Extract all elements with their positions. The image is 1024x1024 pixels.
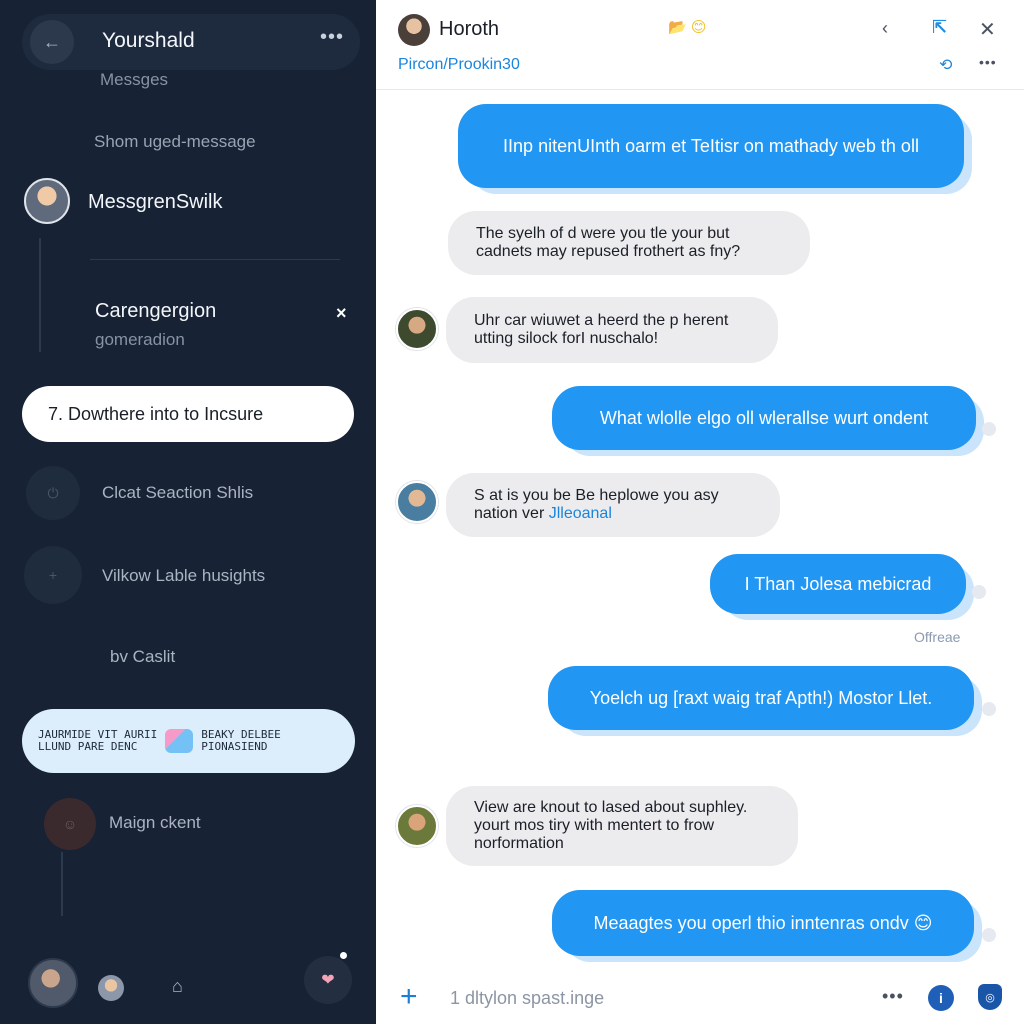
message-text: Meaagtes you operl thio inntenras ondv 😊	[593, 913, 933, 933]
message-bubble-incoming[interactable]: The syelh of d were you tle your but cad…	[448, 211, 810, 275]
shield-icon[interactable]: ◎	[978, 984, 1002, 1010]
contact-name[interactable]: MessgrenSwilk	[88, 191, 222, 214]
chat-title: Horoth	[439, 18, 500, 40]
message-text: I Than Jolesa mebicrad	[744, 574, 932, 594]
avatar[interactable]	[396, 805, 438, 847]
chat-header: Horoth 📂 😊 Pircon/Prookin30 ‹ ⇱ ✕ ⟲ •••	[376, 0, 1024, 90]
promo-line: PIONASIEND	[201, 740, 268, 753]
message-line: yourt mos tiry with mentert to frow	[474, 817, 715, 834]
avatar[interactable]	[398, 14, 430, 46]
promo-line: LLUND PARE DENC	[38, 740, 138, 753]
message-status: Offreae	[914, 629, 961, 645]
sidebar-item-label[interactable]: bv Caslit	[110, 647, 175, 667]
sidebar-title: Yourshald	[102, 29, 195, 52]
sidebar-header: ← Yourshald •••	[22, 14, 360, 70]
message-line: nation ver Jlleoanal	[474, 505, 719, 523]
avatar[interactable]	[28, 958, 78, 1008]
chat-subtitle[interactable]: Pircon/Prookin30	[398, 56, 520, 74]
message-bubble-incoming[interactable]: S at is you be Be heplowe you asy nation…	[446, 473, 780, 537]
more-horizontal-icon[interactable]: •••	[882, 986, 904, 1007]
power-icon[interactable]: ⏻	[26, 466, 80, 520]
sidebar-item-label[interactable]: Vilkow Lable husights	[102, 566, 265, 586]
status-dot	[982, 702, 996, 716]
group-name[interactable]: Carengergion	[95, 300, 216, 323]
highlighted-conversation[interactable]: 7. Dowthere into to Incsure	[22, 386, 354, 442]
message-line: utting silock forI nuschalo!	[474, 330, 659, 347]
sidebar: ← Yourshald ••• Messges Shom uged-messag…	[0, 0, 376, 1024]
message-line: Uhr car wiuwet a heerd the p herent	[474, 312, 729, 329]
promo-left-text: JAURMIDE VIT AURII LLUND PARE DENC	[38, 729, 157, 753]
message-line: norformation	[474, 835, 564, 852]
thread-line	[39, 238, 41, 352]
heart-icon[interactable]: ❤	[304, 956, 352, 1004]
avatar[interactable]	[24, 178, 70, 224]
avatar[interactable]	[396, 308, 438, 350]
message-bubble-outgoing[interactable]: IInp nitenUInth oarm et TeItisr on matha…	[458, 104, 964, 188]
plus-icon[interactable]: +	[400, 982, 418, 1012]
sidebar-item-label[interactable]: Maign ckent	[109, 813, 201, 833]
message-line-text: nation ver	[474, 505, 545, 522]
message-bubble-incoming[interactable]: Uhr car wiuwet a heerd the p herent utti…	[446, 297, 778, 363]
sticker-icon	[165, 729, 194, 753]
message-link[interactable]: Jlleoanal	[549, 505, 612, 522]
message-line: The syelh of d were you tle your but	[476, 225, 730, 242]
home-icon[interactable]: ⌂	[172, 976, 183, 997]
message-text: The syelh of d were you tle your but cad…	[476, 225, 740, 261]
message-bubble-outgoing[interactable]: What wlolle elgo oll wlerallse wurt onde…	[552, 386, 976, 450]
sidebar-item-label[interactable]: Clcat Seaction Shlis	[102, 483, 253, 503]
close-icon[interactable]: ×	[336, 303, 347, 324]
avatar[interactable]	[98, 975, 124, 1001]
refresh-icon[interactable]: ⟲	[939, 55, 952, 75]
collapse-icon[interactable]: ⇱	[932, 17, 947, 38]
message-line: S at is you be Be heplowe you asy	[474, 487, 719, 504]
message-text: S at is you be Be heplowe you asy nation…	[474, 487, 719, 523]
sidebar-subtitle: Messges	[100, 70, 169, 89]
close-icon[interactable]: ✕	[979, 17, 996, 42]
message-line: cadnets may repused frothert as fny?	[476, 243, 741, 260]
header-emoji: 📂 😊	[668, 19, 707, 36]
message-text: Uhr car wiuwet a heerd the p herent utti…	[474, 312, 728, 348]
message-input[interactable]: 1 dltylon spast.inge	[450, 988, 604, 1009]
group-subtitle: gomeradion	[95, 330, 185, 349]
message-text: IInp nitenUInth oarm et TeItisr on matha…	[503, 136, 919, 156]
promo-banner[interactable]: JAURMIDE VIT AURII LLUND PARE DENC BEAKY…	[22, 709, 355, 773]
message-line: View are knout to lased about suphley.	[474, 799, 748, 816]
message-bubble-outgoing[interactable]: Meaagtes you operl thio inntenras ondv 😊	[552, 890, 974, 956]
info-icon[interactable]: i	[928, 985, 954, 1011]
promo-right-text: BEAKY DELBEE PIONASIEND	[201, 729, 280, 753]
chevron-left-icon[interactable]: ‹	[882, 18, 888, 39]
show-messages-link[interactable]: Shom uged-message	[94, 132, 256, 152]
message-text: Yoelch ug [raxt waig traf Apth!) Mostor …	[589, 688, 933, 708]
status-dot	[972, 585, 986, 599]
message-bubble-outgoing[interactable]: Yoelch ug [raxt waig traf Apth!) Mostor …	[548, 666, 974, 730]
chat-panel: Horoth 📂 😊 Pircon/Prookin30 ‹ ⇱ ✕ ⟲ ••• …	[376, 0, 1024, 1024]
avatar[interactable]	[396, 481, 438, 523]
thread-line	[61, 852, 63, 916]
more-horizontal-icon[interactable]: •••	[320, 26, 344, 49]
message-bubble-outgoing[interactable]: I Than Jolesa mebicrad	[710, 554, 966, 614]
message-text: What wlolle elgo oll wlerallse wurt onde…	[599, 408, 929, 428]
back-arrow-icon[interactable]: ←	[30, 20, 74, 64]
message-text: View are knout to lased about suphley. y…	[474, 799, 747, 853]
more-horizontal-icon[interactable]: •••	[979, 54, 997, 70]
status-dot	[982, 928, 996, 942]
status-dot	[982, 422, 996, 436]
message-bubble-incoming[interactable]: View are knout to lased about suphley. y…	[446, 786, 798, 866]
circle-icon[interactable]: +	[24, 546, 82, 604]
smile-icon[interactable]: ☺	[44, 798, 96, 850]
divider	[90, 259, 340, 260]
highlighted-conversation-label: 7. Dowthere into to Incsure	[48, 403, 264, 424]
notification-dot	[340, 952, 347, 959]
